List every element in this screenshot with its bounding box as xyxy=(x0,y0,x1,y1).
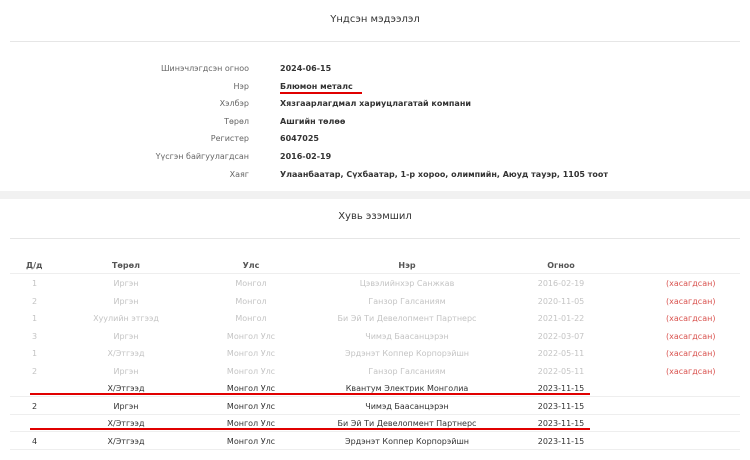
cell-name: Чимэд Баасанцэрэн xyxy=(365,332,449,341)
cell-date: 2022-03-07 xyxy=(537,332,585,341)
info-value: 6047025 xyxy=(280,134,319,143)
info-value: Хязгаарлагдмал хариуцлагатай компани xyxy=(280,99,471,108)
cell-status: (хасагдсан) xyxy=(666,279,716,288)
cell-date: 2021-01-22 xyxy=(537,314,585,323)
cell-type: Х/Этгээд xyxy=(107,437,145,446)
table-header-line xyxy=(10,273,740,274)
cell-status: (хасагдсан) xyxy=(666,332,716,341)
cell-date: 2022-05-11 xyxy=(537,349,585,358)
cell-type: Х/Этгээд xyxy=(107,419,145,428)
cell-country: Монгол Улс xyxy=(226,384,276,393)
col-header-date: Огноо xyxy=(547,261,575,270)
info-row-updated: Шинэчлэгдсэн огноо 2024-06-15 xyxy=(0,64,750,78)
info-value: 2024-06-15 xyxy=(280,64,332,73)
cell-type: Х/Этгээд xyxy=(107,384,145,393)
cell-name: Эрдэнэт Коппер Корпорэйшн xyxy=(345,437,469,446)
cell-num: 2 xyxy=(32,402,38,411)
cell-status: (хасагдсан) xyxy=(666,367,716,376)
cell-country: Монгол Улс xyxy=(226,402,276,411)
cell-type: Иргэн xyxy=(113,402,139,411)
cell-date: 2023-11-15 xyxy=(537,419,585,428)
cell-name: Би Эй Ти Девелопмент Партнерс xyxy=(337,314,477,323)
cell-date: 2020-11-05 xyxy=(537,297,585,306)
cell-name: Ганзор Галсаниям xyxy=(368,297,446,306)
cell-num: 1 xyxy=(32,314,38,323)
cell-country: Монгол Улс xyxy=(226,349,276,358)
ownership-title: Хувь эзэмшил xyxy=(338,211,412,222)
cell-date: 2016-02-19 xyxy=(537,279,585,288)
info-label: Хаяг xyxy=(229,170,249,179)
col-header-country: Улс xyxy=(242,261,260,270)
info-value: Ашгийн төлөө xyxy=(280,117,346,126)
cell-type: Х/Этгээд xyxy=(107,349,145,358)
cell-num: 1 xyxy=(32,279,38,288)
cell-name: Ганзор Галсаниям xyxy=(368,367,446,376)
cell-num: 2 xyxy=(32,297,38,306)
col-header-name: Нэр xyxy=(398,261,416,270)
cell-num: 3 xyxy=(32,332,38,341)
cell-country: Монгол xyxy=(235,279,267,288)
cell-type: Иргэн xyxy=(113,279,139,288)
col-header-type: Төрөл xyxy=(111,261,141,270)
cell-type: Хуулийн этгээд xyxy=(93,314,159,323)
cell-num: 4 xyxy=(32,437,38,446)
cell-country: Монгол Улс xyxy=(226,367,276,376)
cell-country: Монгол xyxy=(235,314,267,323)
cell-name: Чимэд Баасанцэрэн xyxy=(365,402,449,411)
cell-name: Эрдэнэт Коппер Корпорэйшн xyxy=(345,349,469,358)
info-row-address: Хаяг Улаанбаатар, Сүхбаатар, 1-р хороо, … xyxy=(0,170,750,184)
cell-country: Монгол Улс xyxy=(226,419,276,428)
cell-country: Монгол Улс xyxy=(226,437,276,446)
info-label: Хэлбэр xyxy=(219,99,249,108)
annotation-underline xyxy=(280,92,362,94)
info-row-type: Төрөл Ашгийн төлөө xyxy=(0,117,750,131)
cell-country: Монгол Улс xyxy=(226,332,276,341)
ownership-divider xyxy=(10,238,740,239)
info-row-form: Хэлбэр Хязгаарлагдмал хариуцлагатай комп… xyxy=(0,99,750,113)
row-divider xyxy=(10,449,740,450)
cell-type: Иргэн xyxy=(113,332,139,341)
row-divider xyxy=(10,414,740,415)
cell-num: 2 xyxy=(32,367,38,376)
cell-type: Иргэн xyxy=(113,297,139,306)
info-value: Блюмон металс xyxy=(280,82,353,91)
cell-date: 2022-05-11 xyxy=(537,367,585,376)
info-label: Нэр xyxy=(233,82,249,91)
cell-status: (хасагдсан) xyxy=(666,297,716,306)
info-label: Шинэчлэгдсэн огноо xyxy=(160,64,249,73)
cell-status: (хасагдсан) xyxy=(666,349,716,358)
info-label: Төрөл xyxy=(224,117,249,126)
cell-country: Монгол xyxy=(235,297,267,306)
redaction-mark xyxy=(30,415,70,427)
cell-num: 1 xyxy=(32,349,38,358)
info-value: Улаанбаатар, Сүхбаатар, 1-р хороо, олимп… xyxy=(280,170,609,179)
cell-date: 2023-11-15 xyxy=(537,384,585,393)
info-row-founded: Үүсгэн байгуулагдсан 2016-02-19 xyxy=(0,152,750,166)
info-row-name: Нэр Блюмон металс xyxy=(0,82,750,96)
cell-name: Би Эй Ти Девелопмент Партнерс xyxy=(337,419,477,428)
cell-type: Иргэн xyxy=(113,367,139,376)
info-value: 2016-02-19 xyxy=(280,152,332,161)
cell-date: 2023-11-15 xyxy=(537,402,585,411)
row-divider xyxy=(10,431,740,432)
col-header-num: Д/д xyxy=(26,261,43,270)
info-row-register: Регистер 6047025 xyxy=(0,134,750,148)
cell-name: Квантум Электрик Монголиа xyxy=(345,384,469,393)
cell-status: (хасагдсан) xyxy=(666,314,716,323)
cell-date: 2023-11-15 xyxy=(537,437,585,446)
annotation-underline xyxy=(30,393,590,395)
redaction-mark xyxy=(30,380,70,392)
cell-name: Цэвэлийнхэр Санжкав xyxy=(359,279,455,288)
info-label: Үүсгэн байгуулагдсан xyxy=(155,152,249,161)
row-divider xyxy=(10,396,740,397)
annotation-underline xyxy=(30,428,590,430)
info-label: Регистер xyxy=(210,134,249,143)
general-info-divider xyxy=(10,41,740,42)
general-info-title: Үндсэн мэдээлэл xyxy=(330,14,420,25)
